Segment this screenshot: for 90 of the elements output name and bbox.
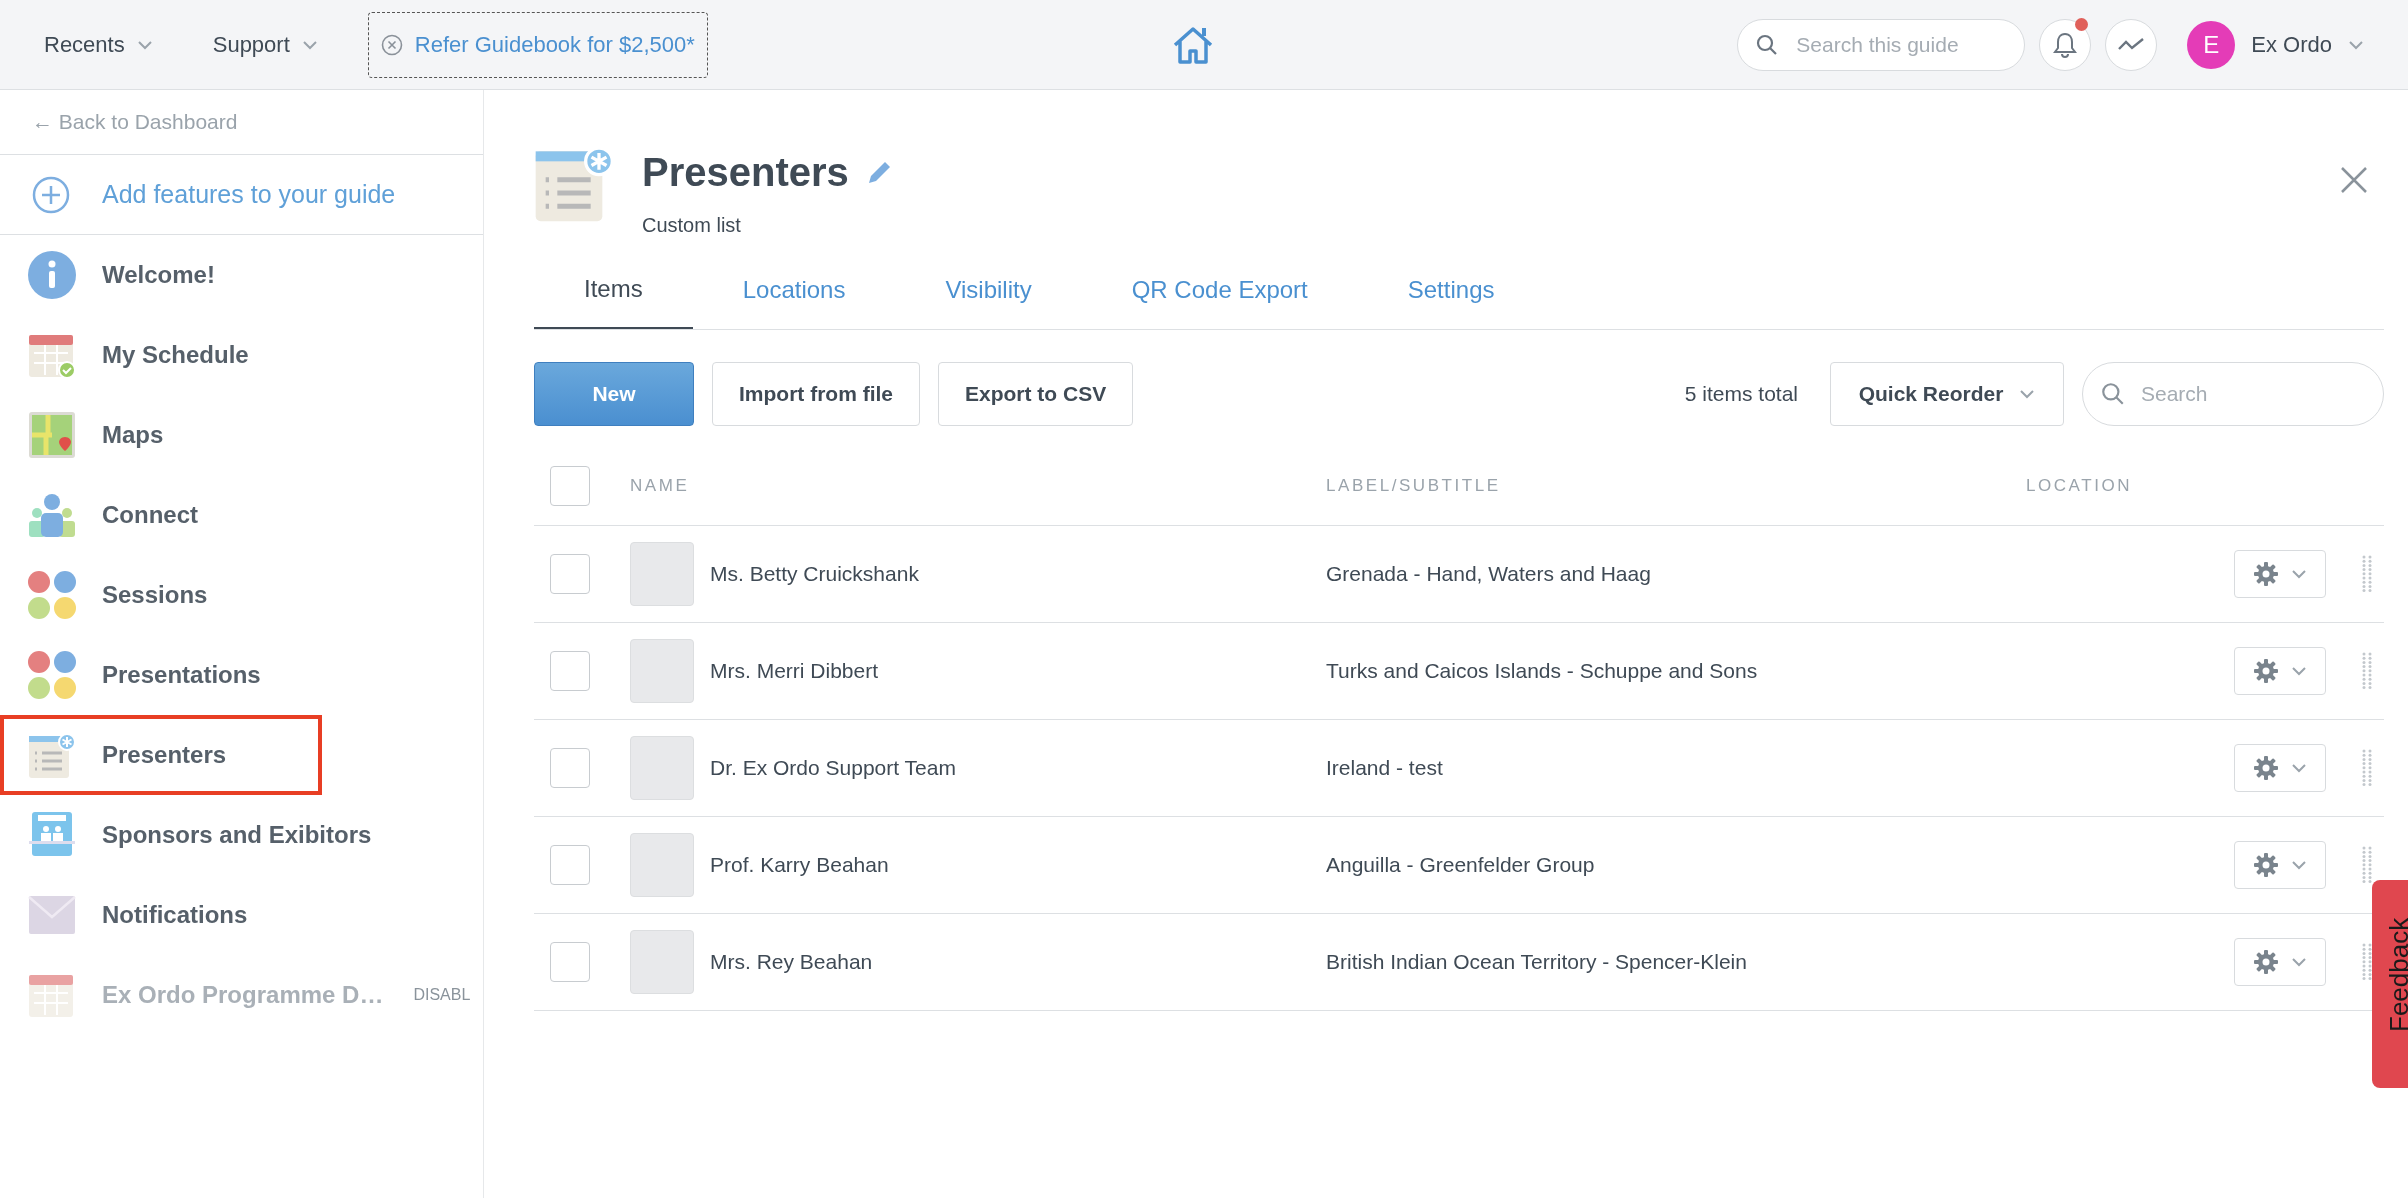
settings-icon xyxy=(2253,658,2279,684)
tab[interactable]: Locations xyxy=(692,250,896,329)
search-icon xyxy=(2100,381,2126,407)
sidebar-item[interactable]: Welcome! xyxy=(0,235,483,315)
info-icon xyxy=(28,251,76,299)
settings-dropdown[interactable] xyxy=(2234,744,2326,792)
chevron-down-icon xyxy=(2291,763,2307,773)
action-button[interactable]: Import from file xyxy=(712,362,920,426)
checkbox[interactable] xyxy=(550,465,590,506)
feedback-label: Feedback xyxy=(2383,917,2408,1032)
sidebar-item[interactable]: My Schedule xyxy=(0,315,483,395)
settings-icon xyxy=(2253,561,2279,587)
table-cell-text: British Indian Ocean Territory - Spencer-Klein xyxy=(1326,949,1748,976)
column-header: NAME xyxy=(630,474,691,497)
chevron-down-icon xyxy=(301,39,318,50)
list-icon xyxy=(28,732,76,778)
sidebar-item[interactable]: Sponsors and Exibitors xyxy=(0,795,483,875)
thumbnail-placeholder xyxy=(630,542,694,606)
plus-circle-icon xyxy=(32,175,70,214)
thumbnail-placeholder xyxy=(630,639,694,703)
drag-handle-icon[interactable] xyxy=(2362,652,2372,690)
chevron-down-icon xyxy=(2291,957,2307,967)
search-field[interactable]: Search xyxy=(2082,362,2384,426)
envelope-icon xyxy=(28,895,76,935)
table-cell-text: Mrs. Merri Dibbert xyxy=(710,658,879,685)
user-menu[interactable]: Ex Ordo xyxy=(2251,28,2364,61)
sidebar-item[interactable]: Presentations xyxy=(0,635,483,715)
checkbox[interactable] xyxy=(550,554,590,594)
settings-dropdown[interactable] xyxy=(2234,938,2326,986)
drag-handle-icon[interactable] xyxy=(2362,943,2372,981)
settings-dropdown[interactable] xyxy=(2234,841,2326,889)
column-header: LABEL/SUBTITLE xyxy=(1326,474,1502,497)
checkbox[interactable] xyxy=(550,651,590,691)
chevron-down-icon xyxy=(2291,666,2307,676)
thumbnail-placeholder xyxy=(630,736,694,800)
dots-icon xyxy=(28,651,76,699)
chevron-down-icon xyxy=(2291,860,2307,870)
bell-icon xyxy=(2052,30,2079,59)
table-cell-text: Grenada - Hand, Waters and Haag xyxy=(1326,561,1652,588)
settings-icon xyxy=(2253,949,2279,975)
sidebar-item[interactable]: Maps xyxy=(0,395,483,475)
status-label: DISABL xyxy=(413,985,471,1005)
table-cell-text: Prof. Karry Beahan xyxy=(710,852,890,879)
drag-handle-icon[interactable] xyxy=(2362,555,2372,593)
feedback-tab[interactable]: Feedback xyxy=(2372,880,2408,1088)
nav-menu[interactable]: Support xyxy=(212,28,318,61)
chevron-down-icon xyxy=(2291,569,2307,579)
close-icon xyxy=(380,33,403,56)
settings-icon xyxy=(2253,755,2279,781)
thumbnail-placeholder xyxy=(630,833,694,897)
chevron-down-icon xyxy=(136,39,153,50)
checkbox[interactable] xyxy=(550,942,590,982)
nav-menu[interactable]: Recents xyxy=(44,28,153,61)
close-icon[interactable] xyxy=(2340,166,2368,194)
table-cell-text: Mrs. Rey Beahan xyxy=(710,949,874,976)
user-avatar[interactable]: E xyxy=(2187,20,2236,69)
sidebar-item[interactable]: Notifications xyxy=(0,875,483,955)
people-icon xyxy=(28,493,76,537)
tab[interactable]: QR Code Export xyxy=(1081,250,1358,329)
column-header: LOCATION xyxy=(2026,474,2134,497)
tab[interactable]: Settings xyxy=(1357,250,1545,329)
quick-reorder-dropdown[interactable]: Quick Reorder xyxy=(1830,362,2064,426)
table-cell-text: Anguilla - Greenfelder Group xyxy=(1326,852,1596,879)
table-cell-text: Turks and Caicos Islands - Schuppe and Sons xyxy=(1326,658,1759,685)
sidebar-item[interactable]: Sessions xyxy=(0,555,483,635)
chevron-down-icon xyxy=(2348,39,2364,50)
thumbnail-placeholder xyxy=(630,930,694,994)
settings-icon xyxy=(2253,852,2279,878)
table-cell-text: Dr. Ex Ordo Support Team xyxy=(710,755,957,782)
tab[interactable]: Items xyxy=(534,250,693,329)
page-title: Presenters xyxy=(642,152,849,192)
page-subtitle: Custom list xyxy=(642,213,742,238)
checkbox[interactable] xyxy=(550,845,590,885)
settings-dropdown[interactable] xyxy=(2234,647,2326,695)
table-cell-text: Ms. Betty Cruickshank xyxy=(710,561,920,588)
tab[interactable]: Visibility xyxy=(895,250,1082,329)
settings-dropdown[interactable] xyxy=(2234,550,2326,598)
checkbox[interactable] xyxy=(550,748,590,788)
items-count: 5 items total xyxy=(1684,381,1798,408)
booth-icon xyxy=(28,811,76,859)
chevron-down-icon xyxy=(2019,389,2036,399)
drag-handle-icon[interactable] xyxy=(2362,846,2372,884)
map-icon xyxy=(28,411,76,459)
action-button[interactable]: Export to CSV xyxy=(938,362,1134,426)
sidebar-item[interactable]: Presenters xyxy=(0,715,322,795)
table-cell-text: Ireland - test xyxy=(1326,755,1444,782)
dots-icon xyxy=(28,571,76,619)
search-field[interactable]: Search this guide xyxy=(1737,18,2026,71)
sidebar-item[interactable]: Connect xyxy=(0,475,483,555)
drag-handle-icon[interactable] xyxy=(2362,749,2372,787)
